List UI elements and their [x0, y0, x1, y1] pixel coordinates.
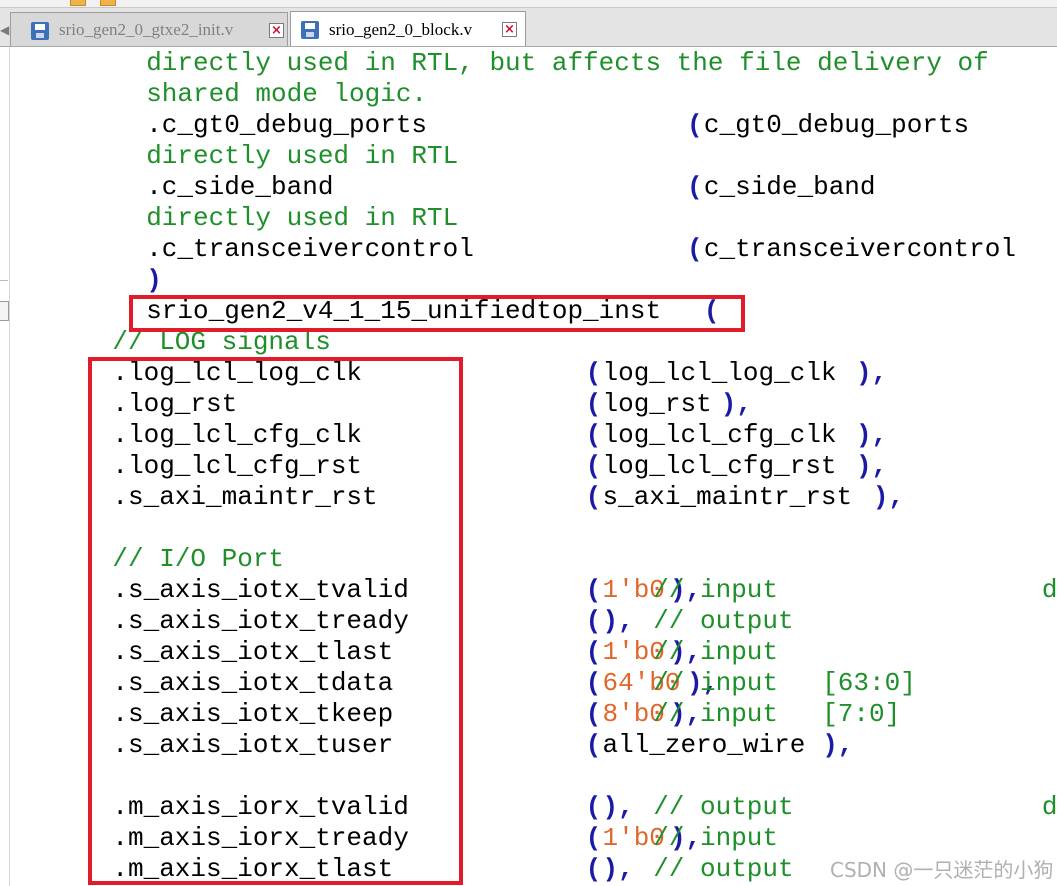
- code-paren: (: [686, 110, 703, 140]
- code-paren: (: [585, 389, 602, 419]
- port-arg: s_axi_maintr_rst: [602, 482, 853, 512]
- port-range: [7:0]: [822, 699, 901, 729]
- toolbar-strip: [0, 0, 1057, 8]
- port-name: .c_gt0_debug_ports: [146, 110, 428, 140]
- code-comment: de: [1041, 792, 1057, 822]
- code-comment: // input: [653, 823, 779, 853]
- tab-block[interactable]: srio_gen2_0_block.v ×: [290, 11, 526, 46]
- code-paren: ),: [720, 389, 752, 419]
- code-comment: // output: [653, 792, 794, 822]
- port-arg: log_rst: [602, 389, 712, 419]
- fold-marker-icon[interactable]: [0, 301, 9, 321]
- highlight-instance-box: [129, 295, 745, 332]
- code-paren: (: [585, 451, 602, 481]
- tab-scroll-left-icon[interactable]: ◀: [0, 18, 10, 42]
- port-arg: log_lcl_log_clk: [602, 358, 837, 388]
- code-comment: directly used in RTL: [146, 203, 459, 233]
- port-arg: c_gt0_debug_ports: [703, 110, 970, 140]
- code-comment: de: [1041, 575, 1057, 605]
- tab-label: srio_gen2_0_block.v: [329, 20, 473, 39]
- code-paren: (: [585, 482, 602, 512]
- code-comment: shared mode logic.: [146, 79, 428, 109]
- port-arg: c_side_band: [703, 172, 876, 202]
- port-arg: log_lcl_cfg_rst: [602, 451, 837, 481]
- file-save-icon: [301, 21, 319, 39]
- editor-tab-bar: ◀ srio_gen2_0_gtxe2_init.v × srio_gen2_0…: [0, 0, 1057, 47]
- tab-label: srio_gen2_0_gtxe2_init.v: [59, 20, 234, 39]
- editor-gutter[interactable]: [0, 47, 10, 886]
- code-comment: directly used in RTL: [146, 141, 459, 171]
- code-paren: ),: [822, 730, 854, 760]
- code-paren: ),: [872, 482, 905, 512]
- code-paren: (: [686, 172, 703, 202]
- code-comment: // output: [653, 606, 794, 636]
- code-paren: (: [585, 637, 602, 667]
- port-name: .c_side_band: [146, 172, 334, 202]
- code-paren: (: [686, 234, 703, 264]
- folder-icon[interactable]: [70, 0, 86, 6]
- code-paren: (: [585, 699, 602, 729]
- code-comment: // input: [653, 575, 779, 605]
- code-comment: // input: [653, 668, 779, 698]
- close-icon[interactable]: ×: [502, 22, 517, 37]
- port-arg: log_lcl_cfg_clk: [602, 420, 837, 450]
- close-icon[interactable]: ×: [269, 23, 284, 38]
- port-arg: c_transceivercontrol: [703, 234, 1016, 264]
- code-paren: ),: [855, 358, 888, 388]
- code-editor[interactable]: directly used in RTL, but affects the fi…: [10, 47, 1057, 886]
- code-paren: (: [585, 606, 602, 636]
- code-paren: (: [585, 420, 602, 450]
- code-comment: // input: [653, 637, 779, 667]
- folder-icon[interactable]: [100, 0, 116, 6]
- code-paren: (: [585, 823, 602, 853]
- code-paren: (: [585, 358, 602, 388]
- code-paren: (: [585, 792, 602, 822]
- code-paren: ),: [855, 420, 888, 450]
- port-range: [63:0]: [822, 668, 916, 698]
- code-paren: (: [585, 854, 602, 884]
- code-comment: directly used in RTL, but affects the fi…: [146, 48, 989, 78]
- code-comment: // input: [653, 699, 779, 729]
- code-paren: ),: [602, 854, 634, 884]
- code-paren: (: [585, 575, 602, 605]
- port-arg: all_zero_wire: [602, 730, 806, 760]
- code-paren: ),: [602, 792, 634, 822]
- watermark: CSDN @一只迷茫的小狗: [830, 858, 1054, 882]
- code-paren: (: [585, 730, 602, 760]
- file-save-icon: [31, 22, 49, 40]
- port-name: .c_transceivercontrol: [146, 234, 474, 264]
- highlight-ports-box: [88, 357, 463, 885]
- tab-gtxe2-init[interactable]: srio_gen2_0_gtxe2_init.v ×: [10, 12, 288, 46]
- code-comment: // output: [653, 854, 794, 884]
- code-paren: ): [146, 265, 162, 295]
- code-paren: ),: [602, 606, 634, 636]
- code-paren: ),: [855, 451, 888, 481]
- code-paren: (: [585, 668, 602, 698]
